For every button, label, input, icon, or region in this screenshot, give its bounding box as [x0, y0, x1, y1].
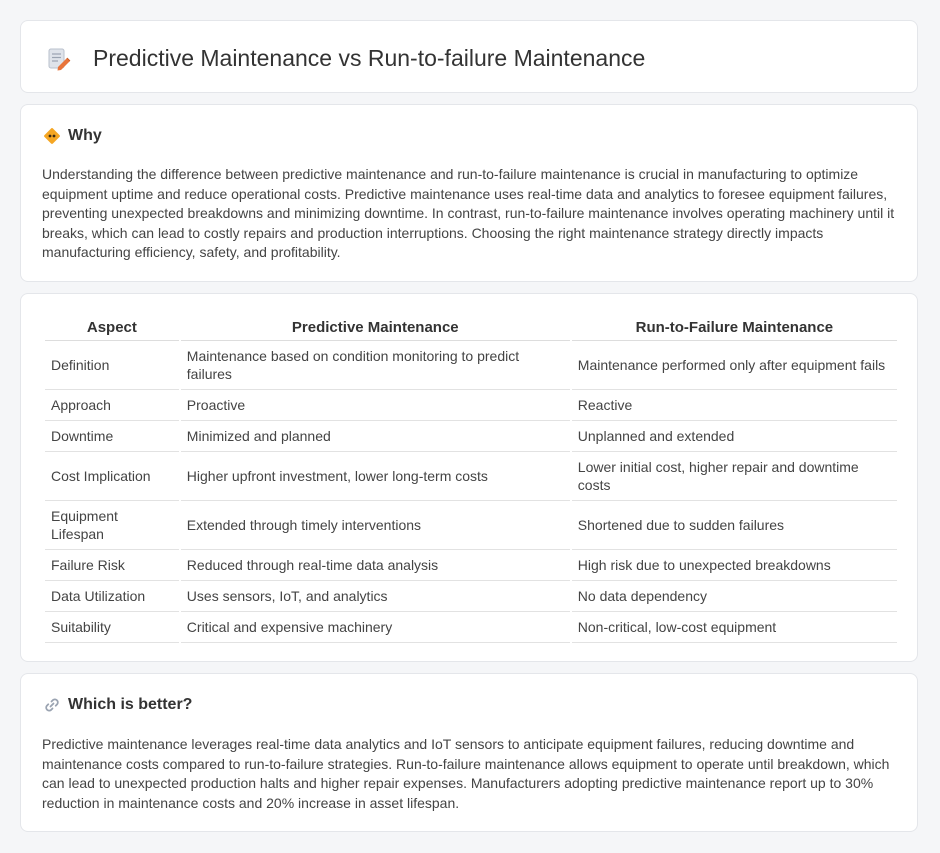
cell-predictive: Minimized and planned [180, 421, 570, 452]
cell-aspect: Suitability [45, 612, 179, 643]
cell-aspect: Failure Risk [45, 550, 179, 581]
header-run-to-failure: Run-to-Failure Maintenance [571, 316, 897, 341]
table-row: Approach Proactive Reactive [45, 390, 897, 421]
cell-run-to-failure: High risk due to unexpected breakdowns [571, 550, 897, 581]
why-title: Why [68, 127, 102, 144]
title-card: Predictive Maintenance vs Run-to-failure… [20, 20, 918, 93]
cell-aspect: Downtime [45, 421, 179, 452]
better-heading: Which is better? [43, 696, 192, 714]
table-header-row: Aspect Predictive Maintenance Run-to-Fai… [45, 316, 897, 341]
cell-predictive: Proactive [180, 390, 570, 421]
comparison-section: Aspect Predictive Maintenance Run-to-Fai… [20, 293, 918, 662]
title-row: Predictive Maintenance vs Run-to-failure… [46, 45, 645, 72]
table-row: Cost Implication Higher upfront investme… [45, 452, 897, 501]
cell-predictive: Critical and expensive machinery [180, 612, 570, 643]
table-row: Definition Maintenance based on conditio… [45, 341, 897, 390]
why-heading: Why [43, 127, 102, 145]
cell-run-to-failure: Reactive [571, 390, 897, 421]
header-aspect: Aspect [45, 316, 179, 341]
cell-run-to-failure: No data dependency [571, 581, 897, 612]
warning-sign-icon [43, 127, 61, 145]
better-body: Predictive maintenance leverages real-ti… [42, 736, 890, 811]
table-row: Failure Risk Reduced through real-time d… [45, 550, 897, 581]
cell-run-to-failure: Maintenance performed only after equipme… [571, 341, 897, 390]
cell-run-to-failure: Unplanned and extended [571, 421, 897, 452]
cell-predictive: Extended through timely interventions [180, 501, 570, 550]
table-row: Suitability Critical and expensive machi… [45, 612, 897, 643]
cell-predictive: Uses sensors, IoT, and analytics [180, 581, 570, 612]
why-body: Understanding the difference between pre… [42, 166, 895, 260]
cell-run-to-failure: Non-critical, low-cost equipment [571, 612, 897, 643]
page-title: Predictive Maintenance vs Run-to-failure… [93, 45, 646, 71]
table-row: Data Utilization Uses sensors, IoT, and … [45, 581, 897, 612]
cell-run-to-failure: Lower initial cost, higher repair and do… [571, 452, 897, 501]
which-is-better-section: Which is better? Predictive maintenance … [20, 673, 918, 832]
cell-aspect: Equipment Lifespan [45, 501, 179, 550]
cell-aspect: Cost Implication [45, 452, 179, 501]
link-icon [43, 696, 61, 714]
table-row: Downtime Minimized and planned Unplanned… [45, 421, 897, 452]
why-section: Why Understanding the difference between… [20, 104, 918, 282]
cell-aspect: Definition [45, 341, 179, 390]
comparison-table: Aspect Predictive Maintenance Run-to-Fai… [43, 316, 899, 643]
cell-aspect: Data Utilization [45, 581, 179, 612]
cell-predictive: Maintenance based on condition monitorin… [180, 341, 570, 390]
table-row: Equipment Lifespan Extended through time… [45, 501, 897, 550]
cell-aspect: Approach [45, 390, 179, 421]
header-predictive: Predictive Maintenance [180, 316, 570, 341]
cell-run-to-failure: Shortened due to sudden failures [571, 501, 897, 550]
document-pencil-icon [46, 46, 72, 72]
cell-predictive: Reduced through real-time data analysis [180, 550, 570, 581]
cell-predictive: Higher upfront investment, lower long-te… [180, 452, 570, 501]
better-title: Which is better? [68, 696, 193, 713]
